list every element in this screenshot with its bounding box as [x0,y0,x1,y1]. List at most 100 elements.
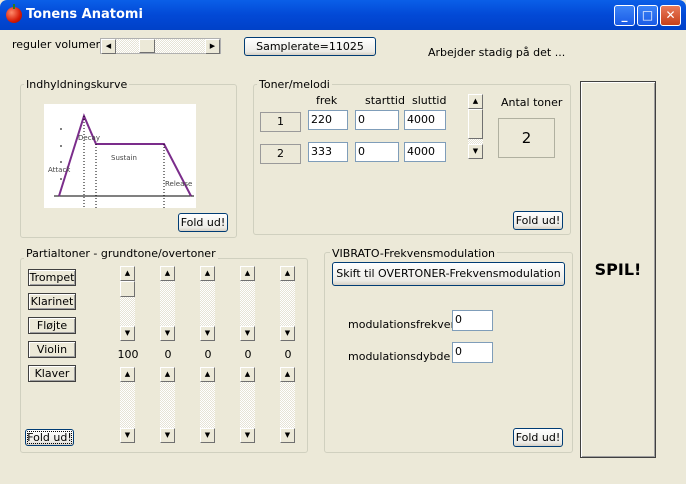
partial-1-value: 100 [117,348,139,361]
freq-header: frek [316,94,338,107]
scroll-down-icon[interactable]: ▼ [280,428,295,443]
scroll-down-icon[interactable]: ▼ [280,326,295,341]
partial-10-track[interactable] [280,382,295,428]
mod-depth-input[interactable]: 0 [452,342,493,363]
tone-1-button[interactable]: 1 [260,112,301,132]
window-title: Tonens Anatomi [26,7,143,22]
envelope-title: Indhyldningskurve [24,78,130,91]
partial-8-track[interactable] [200,382,215,428]
scroll-down-icon[interactable]: ▼ [200,326,215,341]
volume-track[interactable] [116,39,205,53]
instrument-violin-button[interactable]: Violin [28,341,76,358]
scroll-up-icon[interactable]: ▲ [160,367,175,382]
scroll-down-icon[interactable]: ▼ [200,428,215,443]
scroll-right-icon[interactable]: ▶ [205,39,220,54]
scroll-down-icon[interactable]: ▼ [240,428,255,443]
partial-6-track[interactable] [120,382,135,428]
mod-freq-input[interactable]: 0 [452,310,493,331]
minimize-button[interactable]: _ [614,5,635,26]
mod-depth-label: modulationsdybde [348,350,451,363]
tone-1-start-input[interactable]: 0 [355,110,399,130]
scroll-down-icon[interactable]: ▼ [120,428,135,443]
tones-title: Toner/melodi [257,78,332,91]
vibrato-title: VIBRATO-Frekvensmodulation [330,247,498,260]
attack-label: Attack [48,166,71,174]
partial-5-scrollbar[interactable]: ▲ ▼ [280,266,295,341]
scroll-up-icon[interactable]: ▲ [240,367,255,382]
vibrato-fold-button[interactable]: Fold ud! [513,428,563,447]
instrument-klaver-button[interactable]: Klaver [28,365,76,382]
apple-icon [6,4,22,23]
scroll-up-icon[interactable]: ▲ [468,94,483,109]
tones-scrollbar[interactable]: ▲ ▼ [468,94,484,159]
partial-3-scrollbar[interactable]: ▲ ▼ [240,266,255,341]
sustain-label: Sustain [111,154,137,162]
scroll-down-icon[interactable]: ▼ [160,428,175,443]
scroll-down-icon[interactable]: ▼ [240,326,255,341]
partial-5-track[interactable] [280,281,295,326]
maximize-button[interactable]: □ [637,5,658,26]
envelope-fold-button[interactable]: Fold ud! [178,213,228,232]
tone-2-start-input[interactable]: 0 [355,142,399,162]
scroll-down-icon[interactable]: ▼ [468,144,483,159]
scroll-up-icon[interactable]: ▲ [160,266,175,281]
scroll-down-icon[interactable]: ▼ [120,326,135,341]
volume-label: reguler volumen [12,38,103,51]
partials-title: Partialtoner - grundtone/overtoner [24,247,218,260]
partial-8-scrollbar[interactable]: ▲ ▼ [200,367,215,443]
scroll-up-icon[interactable]: ▲ [120,266,135,281]
partial-5-value: 0 [284,348,292,361]
samplerate-button[interactable]: Samplerate=11025 [244,37,376,56]
close-button[interactable]: ✕ [660,5,681,26]
window: { "window": { "title": "Tonens Anatomi",… [0,0,686,484]
scroll-up-icon[interactable]: ▲ [200,266,215,281]
partial-4-value: 0 [244,348,252,361]
envelope-graph: Decay Sustain Attack Release [44,104,196,208]
partial-4-track[interactable] [160,281,175,326]
title-bar[interactable]: Tonens Anatomi _ □ ✕ [0,0,686,30]
start-header: starttid [365,94,405,107]
release-label: Release [165,180,192,188]
tones-fold-button[interactable]: Fold ud! [513,211,563,230]
partial-7-scrollbar[interactable]: ▲ ▼ [160,367,175,443]
partial-2-track[interactable] [200,281,215,326]
partial-10-scrollbar[interactable]: ▲ ▼ [280,367,295,443]
partial-4-scrollbar[interactable]: ▲ ▼ [160,266,175,341]
instrument-klarinet-button[interactable]: Klarinet [28,293,76,310]
play-button[interactable]: SPIL! [580,81,656,458]
scroll-down-icon[interactable]: ▼ [160,326,175,341]
tone-2-end-input[interactable]: 4000 [404,142,446,162]
tone-count-value: 2 [498,118,555,158]
scroll-up-icon[interactable]: ▲ [240,266,255,281]
partial-1-scrollbar[interactable]: ▲ ▼ [120,266,135,341]
tone-1-end-input[interactable]: 4000 [404,110,446,130]
scroll-up-icon[interactable]: ▲ [120,367,135,382]
scroll-up-icon[interactable]: ▲ [280,367,295,382]
switch-to-overtone-fm-button[interactable]: Skift til OVERTONER-Frekvensmodulation [332,262,565,286]
volume-slider[interactable]: ◀ ▶ [100,38,221,54]
scroll-up-icon[interactable]: ▲ [200,367,215,382]
partial-9-scrollbar[interactable]: ▲ ▼ [240,367,255,443]
instrument-flojte-button[interactable]: Fløjte [28,317,76,334]
volume-thumb[interactable] [139,39,155,53]
partial-2-value: 0 [164,348,172,361]
partial-7-track[interactable] [160,382,175,428]
tone-1-freq-input[interactable]: 220 [308,110,348,130]
partial-3-track[interactable] [240,281,255,326]
scroll-up-icon[interactable]: ▲ [280,266,295,281]
partial-9-track[interactable] [240,382,255,428]
tone-2-button[interactable]: 2 [260,144,301,164]
partial-2-scrollbar[interactable]: ▲ ▼ [200,266,215,341]
tones-scroll-thumb[interactable] [468,109,483,139]
partial-1-thumb[interactable] [120,281,135,297]
end-header: sluttid [412,94,447,107]
decay-label: Decay [78,134,100,142]
partial-6-scrollbar[interactable]: ▲ ▼ [120,367,135,443]
scroll-left-icon[interactable]: ◀ [101,39,116,54]
partials-fold-button[interactable]: Fold ud! [25,429,74,446]
tone-count-label: Antal toner [501,96,563,109]
status-text: Arbejder stadig på det ... [428,46,566,59]
instrument-trompet-button[interactable]: Trompet [28,269,76,286]
mod-freq-label: modulationsfrekvens [348,318,464,331]
tone-2-freq-input[interactable]: 333 [308,142,348,162]
